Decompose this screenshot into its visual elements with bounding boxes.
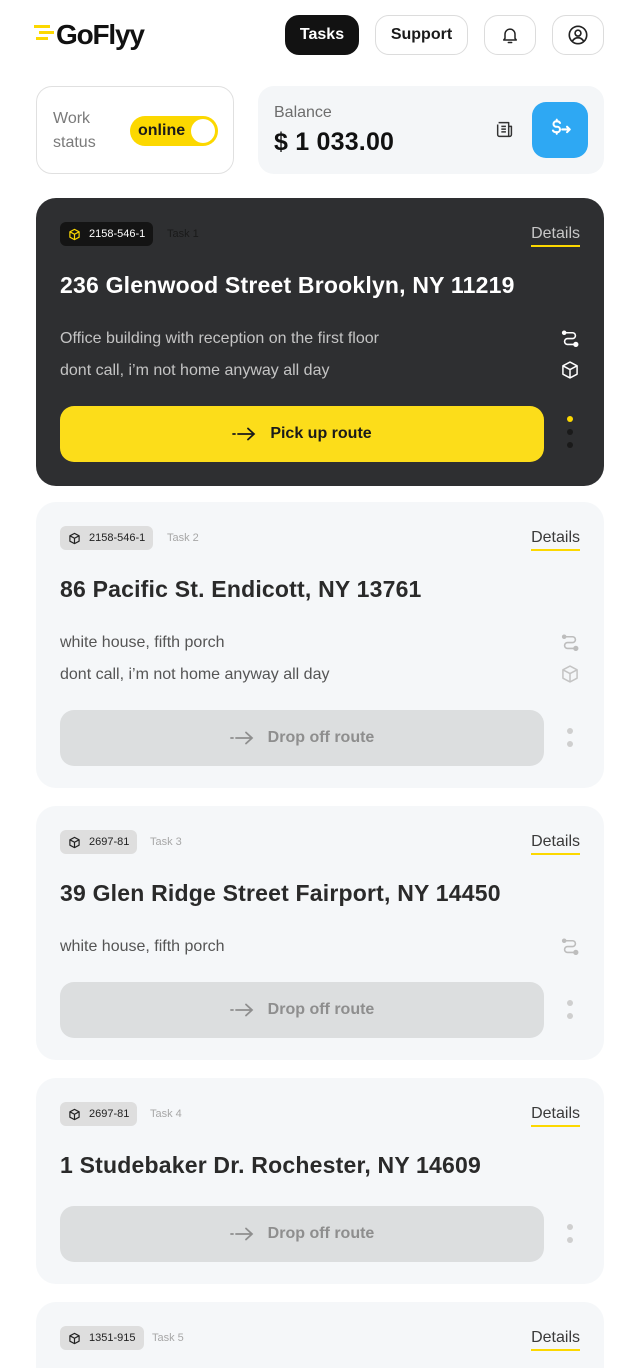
arrow-right-icon	[232, 427, 256, 441]
route-icon	[561, 938, 579, 956]
work-status-label: Work status	[53, 110, 96, 151]
top-nav: Tasks Support	[285, 15, 604, 55]
dollar-transfer-icon	[551, 118, 571, 135]
dot	[567, 728, 573, 734]
task-number: Task 2	[167, 532, 199, 544]
task-address: 1 Studebaker Dr. Rochester, NY 14609	[60, 1152, 481, 1178]
task-code-badge: 2158-546-1	[60, 222, 154, 246]
logo[interactable]: GoFlyy	[34, 14, 145, 56]
details-link[interactable]: Details	[531, 1329, 580, 1351]
task-note: dont call, i’m not home anyway all day	[60, 362, 330, 379]
arrow-right-icon	[229, 1003, 254, 1017]
task-card[interactable]: 2697-81 Task 4 Details 1 Studebaker Dr. …	[36, 1078, 604, 1284]
box-icon	[562, 665, 578, 683]
details-link[interactable]: Details	[531, 833, 580, 855]
dot	[567, 442, 573, 448]
drop-off-route-button[interactable]: Drop off route	[60, 982, 544, 1038]
box-icon	[69, 836, 80, 848]
box-icon	[69, 1332, 80, 1344]
online-toggle[interactable]: online	[130, 116, 218, 146]
details-link[interactable]: Details	[531, 225, 580, 247]
task-number: Task 3	[150, 836, 182, 848]
profile-button[interactable]	[552, 15, 604, 55]
toggle-label: online	[138, 122, 186, 139]
box-icon	[69, 532, 80, 544]
box-icon	[562, 361, 578, 379]
dot	[567, 1237, 573, 1243]
dot	[567, 1000, 573, 1006]
box-icon	[69, 228, 80, 240]
task-code: 1351-915	[89, 1332, 136, 1344]
task-note: white house, fifth porch	[60, 938, 225, 955]
header: GoFlyy Tasks Support	[34, 14, 604, 56]
task-note: dont call, i’m not home anyway all day	[60, 666, 330, 683]
action-label: Pick up route	[270, 425, 372, 442]
more-menu-button[interactable]	[566, 728, 574, 768]
action-label: Drop off route	[267, 729, 375, 746]
task-note: white house, fifth porch	[60, 634, 225, 651]
balance-amount: $ 1 033.00	[274, 128, 395, 156]
arrow-right-icon	[229, 731, 254, 745]
arrow-right-icon	[229, 1227, 254, 1241]
speed-lines-icon	[34, 25, 54, 40]
bell-icon	[503, 28, 517, 44]
task-number: Task 5	[152, 1332, 184, 1344]
task-code: 2697-81	[89, 1108, 130, 1120]
task-card[interactable]: 1351-915 Task 5 Details	[36, 1302, 604, 1368]
details-link[interactable]: Details	[531, 529, 580, 551]
drop-off-route-button[interactable]: Drop off route	[60, 1206, 544, 1262]
task-number: Task 4	[150, 1108, 182, 1120]
task-code-badge: 1351-915	[60, 1326, 144, 1350]
route-icon	[561, 330, 579, 348]
task-code-badge: 2697-81	[60, 1102, 138, 1126]
logo-text: GoFlyy	[56, 19, 145, 50]
task-address: 86 Pacific St. Endicott, NY 13761	[60, 576, 422, 602]
dot	[567, 429, 573, 435]
drop-off-route-button[interactable]: Drop off route	[60, 710, 544, 766]
notifications-button[interactable]	[484, 15, 536, 55]
dot	[567, 416, 573, 422]
dot	[567, 1013, 573, 1019]
task-address: 39 Glen Ridge Street Fairport, NY 14450	[60, 880, 501, 906]
more-menu-button[interactable]	[566, 1000, 574, 1040]
task-card[interactable]: 2158-546-1 Task 1 Details 236 Glenwood S…	[36, 198, 604, 486]
task-number: Task 1	[167, 228, 199, 240]
balance-card: Balance $ 1 033.00	[258, 86, 604, 174]
details-link[interactable]: Details	[531, 1105, 580, 1127]
user-circle-icon	[568, 25, 588, 45]
support-button[interactable]: Support	[375, 15, 468, 55]
dot	[567, 741, 573, 747]
task-code: 2697-81	[89, 836, 130, 848]
task-code-badge: 2697-81	[60, 830, 138, 854]
dot	[567, 1224, 573, 1230]
box-icon	[69, 1108, 80, 1120]
task-card[interactable]: 2697-81 Task 3 Details 39 Glen Ridge Str…	[36, 806, 604, 1060]
work-status-card: Work status online	[36, 86, 234, 174]
task-note: Office building with reception on the fi…	[60, 330, 379, 347]
more-menu-button[interactable]	[566, 1224, 574, 1264]
task-address: 236 Glenwood Street Brooklyn, NY 11219	[60, 272, 515, 298]
task-code-badge: 2158-546-1	[60, 526, 154, 550]
tasks-button[interactable]: Tasks	[285, 15, 359, 55]
route-icon	[561, 634, 579, 652]
more-menu-button[interactable]	[566, 416, 574, 456]
task-code: 2158-546-1	[89, 228, 146, 240]
action-label: Drop off route	[267, 1001, 375, 1018]
withdraw-button[interactable]	[532, 102, 588, 158]
receipt-icon[interactable]	[494, 119, 516, 141]
action-label: Drop off route	[267, 1225, 375, 1242]
task-card[interactable]: 2158-546-1 Task 2 Details 86 Pacific St.…	[36, 502, 604, 788]
pick-up-route-button[interactable]: Pick up route	[60, 406, 544, 462]
balance-label: Balance	[274, 104, 332, 121]
task-code: 2158-546-1	[89, 532, 146, 544]
toggle-knob	[191, 119, 215, 143]
